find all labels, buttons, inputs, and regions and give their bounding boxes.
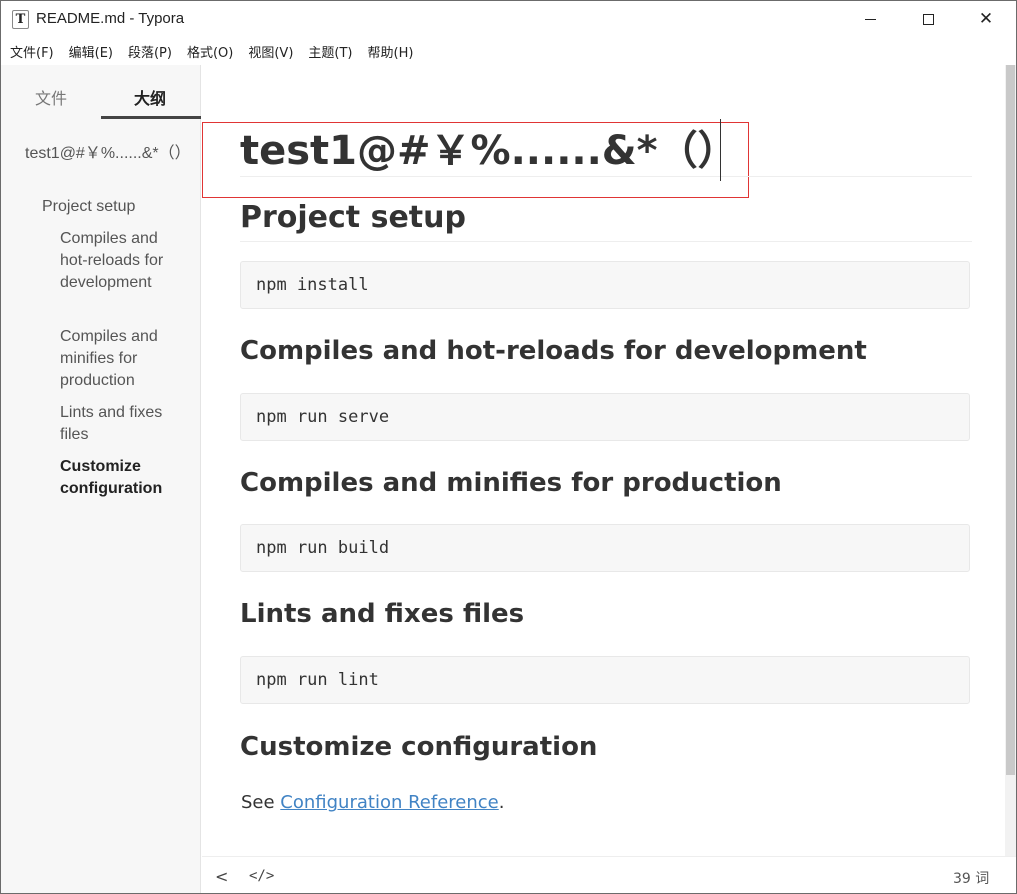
menu-theme[interactable]: 主题(T) (308, 42, 352, 61)
maximize-icon (922, 14, 934, 25)
code-block-install[interactable]: npm install (240, 261, 970, 309)
outline-item-minifies[interactable]: Compiles and minifies for production (60, 326, 180, 392)
menu-format[interactable]: 格式(O) (187, 42, 233, 61)
paragraph-suffix: . (498, 792, 505, 813)
minimize-icon (864, 19, 876, 20)
outline-item-h1[interactable]: test1@#￥%......&*（） (25, 143, 191, 165)
heading-customize[interactable]: Customize configuration (240, 729, 972, 765)
outline-item-lints[interactable]: Lints and fixes files (60, 402, 180, 446)
heading-project-setup[interactable]: Project setup (240, 198, 972, 242)
tab-files[interactable]: 文件 (35, 85, 67, 109)
toggle-sidebar-button[interactable]: < (215, 867, 228, 886)
status-bar: < </> 39 词 (202, 856, 1016, 893)
outline-item-project-setup[interactable]: Project setup (42, 196, 192, 218)
heading-h1[interactable]: test1@#￥%......&*（） (240, 125, 972, 177)
menu-paragraph[interactable]: 段落(P) (128, 42, 172, 61)
scrollbar-thumb[interactable] (1006, 65, 1015, 775)
text-caret (720, 119, 721, 181)
code-block-lint[interactable]: npm run lint (240, 656, 970, 704)
title-bar[interactable]: T README.md - Typora ✕ (1, 1, 1016, 38)
menu-file[interactable]: 文件(F) (10, 42, 54, 61)
maximize-button[interactable] (899, 1, 957, 38)
menu-view[interactable]: 视图(V) (248, 42, 293, 61)
close-icon: ✕ (978, 9, 994, 29)
outline-item-customize[interactable]: Customize configuration (60, 456, 195, 500)
paragraph-prefix: See (241, 792, 281, 813)
heading-hot-reloads[interactable]: Compiles and hot-reloads for development (240, 333, 972, 369)
word-count[interactable]: 39 词 (953, 868, 989, 888)
code-block-build[interactable]: npm run build (240, 524, 970, 572)
window-title: README.md - Typora (36, 10, 185, 27)
active-tab-indicator (101, 116, 201, 119)
paragraph-see-reference[interactable]: See Configuration Reference. (241, 792, 504, 813)
heading-lints[interactable]: Lints and fixes files (240, 596, 972, 632)
outline-item-hot-reloads[interactable]: Compiles and hot-reloads for development (60, 228, 180, 294)
source-mode-button[interactable]: </> (249, 868, 274, 884)
code-block-serve[interactable]: npm run serve (240, 393, 970, 441)
sidebar: 文件 大纲 test1@#￥%......&*（） Project setup … (1, 65, 201, 893)
editor-area[interactable]: test1@#￥%......&*（） Project setup npm in… (202, 65, 1005, 856)
menu-help[interactable]: 帮助(H) (368, 42, 414, 61)
menu-bar: 文件(F) 编辑(E) 段落(P) 格式(O) 视图(V) 主题(T) 帮助(H… (1, 38, 1016, 65)
minimize-button[interactable] (841, 1, 899, 38)
typora-window: T README.md - Typora ✕ 文件(F) 编辑(E) 段落(P)… (0, 0, 1017, 894)
sidebar-tabs: 文件 大纲 (1, 65, 201, 121)
typora-app-icon: T (12, 10, 29, 29)
menu-edit[interactable]: 编辑(E) (69, 42, 113, 61)
tab-outline[interactable]: 大纲 (134, 85, 166, 109)
heading-minifies[interactable]: Compiles and minifies for production (240, 465, 972, 501)
configuration-reference-link[interactable]: Configuration Reference (280, 792, 498, 813)
close-button[interactable]: ✕ (957, 1, 1015, 38)
